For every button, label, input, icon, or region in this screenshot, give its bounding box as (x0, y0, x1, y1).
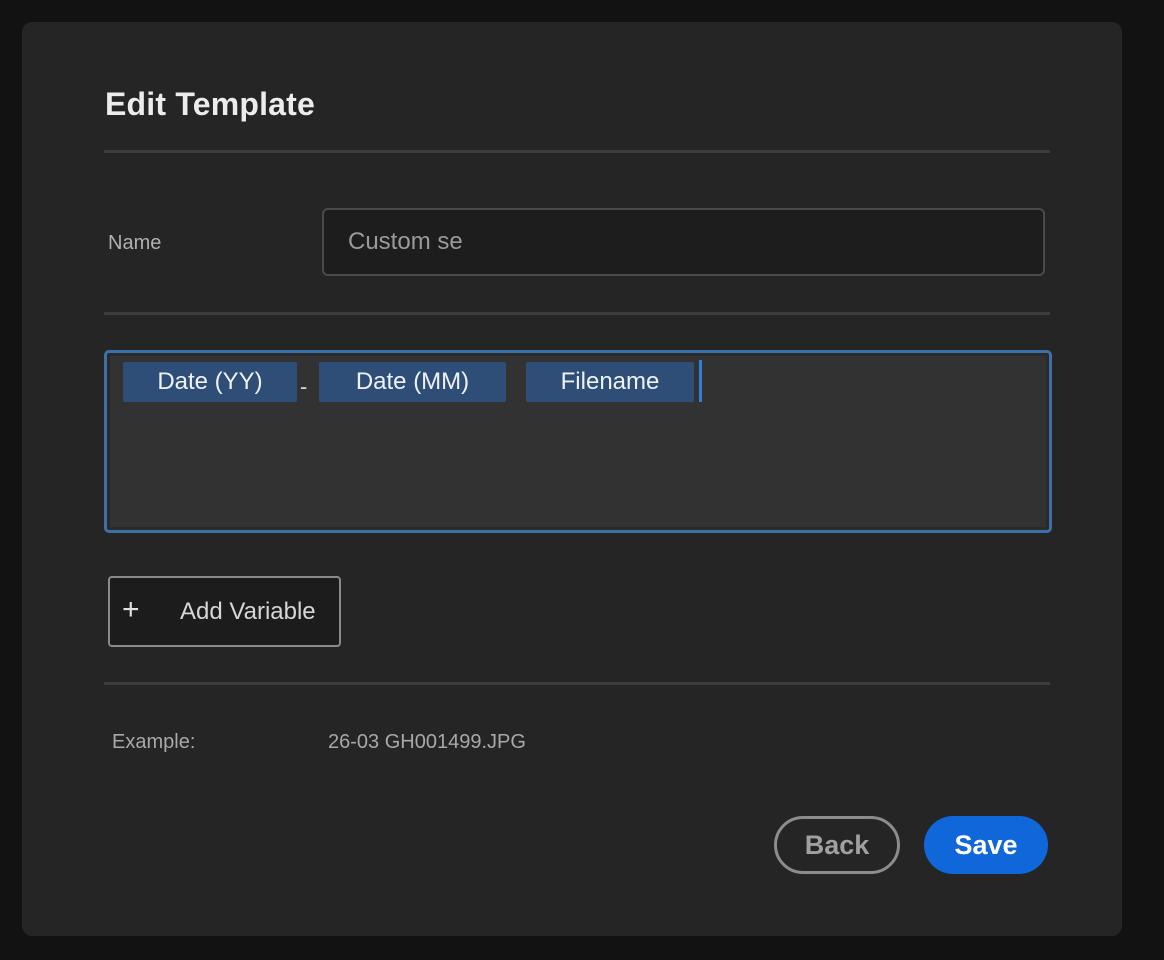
example-value: 26-03 GH001499.JPG (328, 731, 526, 753)
edit-template-dialog: Edit Template Name Date (YY) - Date (MM)… (22, 22, 1122, 936)
text-caret (699, 360, 702, 402)
add-variable-label: Add Variable (180, 598, 316, 625)
token-filename[interactable]: Filename (526, 362, 694, 402)
name-label: Name (108, 232, 162, 254)
back-button[interactable]: Back (774, 816, 900, 874)
save-button[interactable]: Save (924, 816, 1048, 874)
name-input[interactable] (322, 208, 1045, 276)
plus-icon: + (122, 593, 140, 626)
divider (104, 312, 1050, 315)
token-date-yy[interactable]: Date (YY) (123, 362, 297, 402)
divider (104, 150, 1050, 153)
add-variable-button[interactable]: + Add Variable (108, 576, 341, 647)
template-token-field[interactable]: Date (YY) - Date (MM) Filename (104, 350, 1052, 533)
token-date-mm[interactable]: Date (MM) (319, 362, 506, 402)
dialog-title: Edit Template (105, 86, 316, 122)
divider (104, 682, 1050, 685)
example-label: Example: (112, 731, 196, 753)
token-separator: - (300, 374, 308, 399)
